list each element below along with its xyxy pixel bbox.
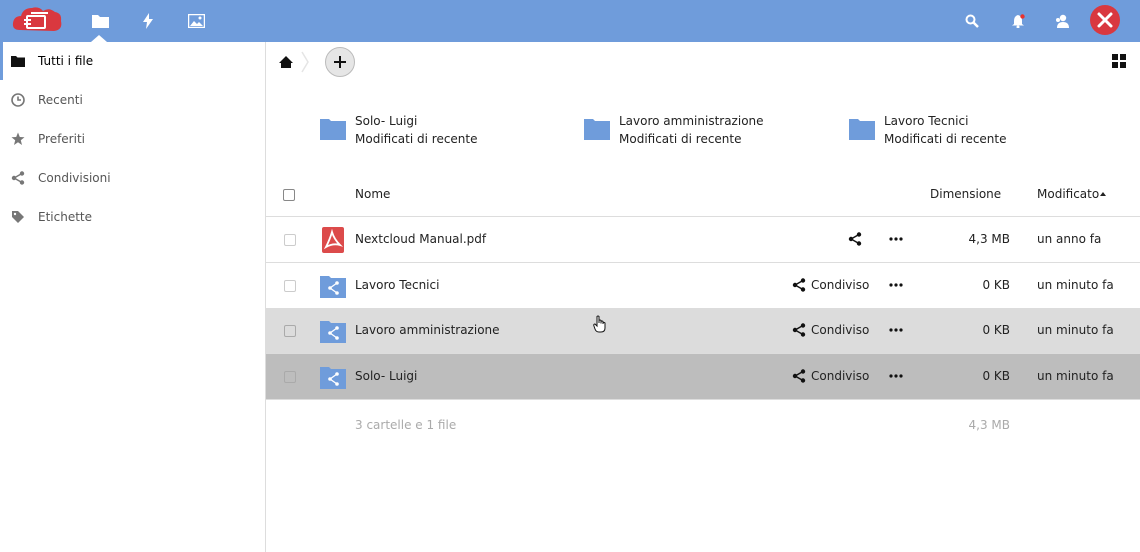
sidebar-item-tags[interactable]: Etichette bbox=[0, 198, 265, 236]
more-actions-icon[interactable] bbox=[889, 323, 903, 337]
active-app-indicator bbox=[91, 35, 107, 42]
search-icon[interactable] bbox=[962, 11, 982, 31]
recent-item-subtitle: Modificati di recente bbox=[619, 132, 742, 146]
row-checkbox[interactable] bbox=[284, 234, 296, 246]
column-modified[interactable]: Modificato bbox=[1037, 187, 1099, 201]
row-checkbox[interactable] bbox=[284, 371, 296, 383]
recent-item-name: Lavoro Tecnici bbox=[884, 114, 969, 128]
file-summary: 3 cartelle e 1 file 4,3 MB bbox=[266, 412, 1140, 442]
file-size: 0 KB bbox=[982, 278, 1010, 292]
folder-icon bbox=[584, 118, 610, 140]
column-size[interactable]: Dimensione bbox=[930, 187, 1001, 201]
sidebar-item-label: Tutti i file bbox=[38, 54, 94, 68]
shared-label: Condiviso bbox=[811, 278, 870, 292]
share-icon bbox=[11, 171, 25, 185]
more-actions-icon[interactable] bbox=[889, 278, 903, 292]
more-actions-icon[interactable] bbox=[889, 232, 903, 246]
recent-item-subtitle: Modificati di recente bbox=[884, 132, 1007, 146]
share-icon bbox=[792, 323, 806, 337]
hand-cursor-icon bbox=[593, 315, 607, 333]
shared-button[interactable]: Condiviso bbox=[792, 369, 869, 383]
file-size: 0 KB bbox=[982, 369, 1010, 383]
file-size: 4,3 MB bbox=[968, 232, 1010, 246]
share-icon[interactable] bbox=[848, 232, 862, 249]
new-button[interactable] bbox=[325, 47, 355, 77]
sidebar-item-label: Condivisioni bbox=[38, 171, 111, 185]
file-size: 0 KB bbox=[982, 323, 1010, 337]
user-avatar[interactable] bbox=[1090, 5, 1120, 35]
top-bar bbox=[0, 0, 1140, 42]
table-row[interactable]: Lavoro Tecnici Condiviso 0 KB un minuto … bbox=[266, 263, 1140, 309]
files-icon[interactable] bbox=[90, 11, 110, 31]
recent-item-subtitle: Modificati di recente bbox=[355, 132, 478, 146]
plus-icon bbox=[334, 56, 346, 68]
file-list-area: Solo- Luigi Modificati di recente Lavoro… bbox=[266, 42, 1140, 552]
shared-label: Condiviso bbox=[811, 369, 870, 383]
row-checkbox[interactable] bbox=[284, 325, 296, 337]
sidebar-item-label: Etichette bbox=[38, 210, 92, 224]
shared-folder-icon bbox=[320, 273, 346, 299]
activity-icon[interactable] bbox=[138, 11, 158, 31]
table-row[interactable]: Nextcloud Manual.pdf 4,3 MB un anno fa bbox=[266, 217, 1140, 263]
file-table-header: Nome Dimensione Modificato bbox=[266, 172, 1140, 217]
tag-icon bbox=[11, 210, 25, 224]
table-row[interactable]: Solo- Luigi Condiviso 0 KB un minuto fa bbox=[266, 354, 1140, 400]
clock-icon bbox=[11, 93, 25, 107]
folder-icon bbox=[849, 118, 875, 140]
folder-icon bbox=[320, 118, 346, 140]
contacts-icon[interactable] bbox=[1052, 11, 1072, 31]
share-icon bbox=[792, 369, 806, 383]
folder-icon bbox=[11, 54, 25, 68]
sidebar-item-all-files[interactable]: Tutti i file bbox=[0, 42, 265, 80]
recent-item-name: Solo- Luigi bbox=[355, 114, 418, 128]
shared-button[interactable]: Condiviso bbox=[792, 323, 869, 337]
app-navigation: Tutti i file Recenti Preferiti Condivisi… bbox=[0, 42, 266, 552]
file-name[interactable]: Lavoro amministrazione bbox=[355, 323, 500, 337]
breadcrumb-separator bbox=[300, 50, 310, 74]
sidebar-item-label: Recenti bbox=[38, 93, 83, 107]
table-row[interactable]: Lavoro amministrazione Condiviso 0 KB un… bbox=[266, 308, 1140, 354]
row-checkbox[interactable] bbox=[284, 280, 296, 292]
gallery-icon[interactable] bbox=[186, 11, 206, 31]
file-name[interactable]: Solo- Luigi bbox=[355, 369, 417, 383]
pdf-file-icon bbox=[320, 227, 346, 253]
file-modified: un minuto fa bbox=[1037, 278, 1114, 292]
file-modified: un anno fa bbox=[1037, 232, 1102, 246]
sidebar-item-shares[interactable]: Condivisioni bbox=[0, 159, 265, 197]
summary-text: 3 cartelle e 1 file bbox=[355, 418, 457, 432]
recent-item-name: Lavoro amministrazione bbox=[619, 114, 764, 128]
shared-label: Condiviso bbox=[811, 323, 870, 337]
notifications-icon[interactable] bbox=[1008, 11, 1028, 31]
sidebar-item-favorites[interactable]: Preferiti bbox=[0, 120, 265, 158]
star-icon bbox=[11, 132, 25, 146]
file-modified: un minuto fa bbox=[1037, 323, 1114, 337]
shared-button[interactable]: Condiviso bbox=[792, 278, 869, 292]
shared-folder-icon bbox=[320, 318, 346, 344]
sidebar-item-label: Preferiti bbox=[38, 132, 85, 146]
share-icon bbox=[792, 278, 806, 292]
home-icon[interactable] bbox=[278, 54, 294, 70]
file-name[interactable]: Lavoro Tecnici bbox=[355, 278, 439, 292]
shared-folder-icon bbox=[320, 364, 346, 390]
file-modified: un minuto fa bbox=[1037, 369, 1114, 383]
file-name[interactable]: Nextcloud Manual.pdf bbox=[355, 232, 486, 246]
sort-ascending-icon bbox=[1100, 192, 1106, 196]
column-name[interactable]: Nome bbox=[355, 187, 390, 201]
grid-view-icon[interactable] bbox=[1112, 54, 1126, 68]
sidebar-item-recent[interactable]: Recenti bbox=[0, 81, 265, 119]
select-all-checkbox[interactable] bbox=[283, 189, 295, 201]
more-actions-icon[interactable] bbox=[889, 369, 903, 383]
summary-size: 4,3 MB bbox=[968, 418, 1010, 432]
nextcloud-logo[interactable] bbox=[10, 4, 64, 37]
